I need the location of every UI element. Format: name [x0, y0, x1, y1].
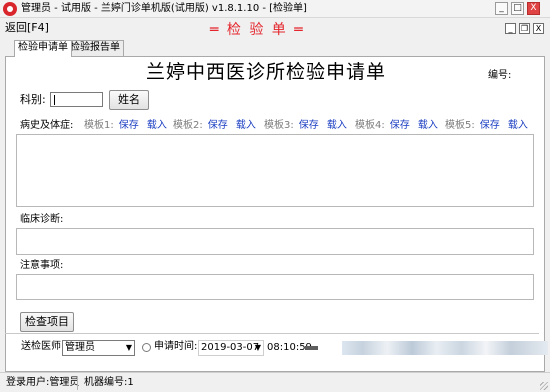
blurred-region [342, 341, 548, 355]
notes-textarea[interactable] [16, 274, 534, 300]
template-save-link[interactable]: 保存 [299, 120, 319, 131]
window-titlebar: 管理员 - 试用版 - 兰婷门诊单机版(试用版) v1.8.1.10 - [检验… [0, 0, 550, 18]
resize-grip-icon[interactable] [540, 382, 548, 390]
template-save-link[interactable]: 保存 [480, 120, 500, 131]
date-value: 2019-03-07 [201, 342, 260, 353]
patient-name-button[interactable]: 姓名 [109, 90, 149, 110]
template-1: 模板1: 保存 载入 [84, 119, 167, 132]
template-3: 模板3: 保存 载入 [264, 119, 347, 132]
doctor-select-value: 管理员 [65, 342, 95, 353]
diagnosis-textarea[interactable] [16, 228, 534, 255]
template-load-link[interactable]: 载入 [508, 120, 528, 131]
history-label: 病史及体症: [20, 120, 74, 131]
history-textarea[interactable] [16, 134, 534, 207]
status-bar: 登录用户:管理员 机器编号:1 [0, 372, 550, 392]
time-progress-bar [305, 346, 318, 350]
diagnosis-label: 临床诊断: [20, 214, 64, 225]
template-load-link[interactable]: 载入 [236, 120, 256, 131]
chevron-down-icon: ▼ [125, 343, 132, 352]
doctor-label: 送检医师: [21, 341, 65, 352]
template-save-link[interactable]: 保存 [208, 120, 228, 131]
maximize-button[interactable]: □ [511, 2, 524, 15]
template-name: 模板3: [264, 120, 294, 131]
template-save-link[interactable]: 保存 [119, 120, 139, 131]
template-name: 模板5: [445, 120, 475, 131]
tab-report-form[interactable]: 检验报告单 [66, 40, 124, 56]
chevron-down-icon: ▼ [254, 343, 261, 352]
window-title: 管理员 - 试用版 - 兰婷门诊单机版(试用版) v1.8.1.10 - [检验… [21, 3, 307, 14]
notes-label: 注意事项: [20, 260, 64, 271]
template-2: 模板2: 保存 载入 [173, 119, 256, 132]
back-button[interactable]: 返回[F4] [5, 21, 49, 35]
template-name: 模板1: [84, 120, 114, 131]
status-divider [77, 376, 78, 390]
status-machine: 机器编号:1 [84, 377, 134, 388]
status-user: 登录用户:管理员 [6, 377, 80, 388]
request-form-panel: 兰婷中西医诊所检验申请单 编号: 科别: 姓名 病史及体症: 模板1: 保存 载入… [5, 56, 545, 372]
divider [5, 333, 539, 334]
dept-input[interactable] [50, 92, 103, 107]
template-load-link[interactable]: 载入 [147, 120, 167, 131]
child-minimize-button[interactable]: _ [505, 23, 516, 34]
dept-label: 科别: [20, 93, 46, 106]
minimize-button[interactable]: _ [495, 2, 508, 15]
close-button[interactable]: X [527, 2, 540, 15]
date-picker[interactable]: 2019-03-07 ▼ [198, 340, 264, 356]
template-load-link[interactable]: 载入 [418, 120, 438, 131]
app-logo-icon [3, 2, 17, 16]
template-5: 模板5: 保存 载入 [445, 119, 528, 132]
form-banner: ═ 检 验 单 ═ [210, 22, 305, 38]
serial-label: 编号: [488, 70, 512, 81]
request-time-label: 申请时间: [154, 341, 198, 352]
check-items-button[interactable]: 检查项目 [20, 312, 74, 332]
child-close-button[interactable]: X [533, 23, 544, 34]
doctor-select[interactable]: 管理员 ▼ [62, 340, 135, 356]
template-save-link[interactable]: 保存 [390, 120, 410, 131]
template-load-link[interactable]: 载入 [327, 120, 347, 131]
form-title: 兰婷中西医诊所检验申请单 [146, 61, 387, 83]
toolbar: 返回[F4] ═ 检 验 单 ═ [0, 18, 550, 38]
template-4: 模板4: 保存 载入 [355, 119, 438, 132]
tab-request-form[interactable]: 检验申请单 [14, 40, 72, 57]
template-name: 模板2: [173, 120, 203, 131]
child-restore-button[interactable]: ❐ [519, 23, 530, 34]
request-time-radio[interactable] [142, 343, 151, 352]
template-name: 模板4: [355, 120, 385, 131]
